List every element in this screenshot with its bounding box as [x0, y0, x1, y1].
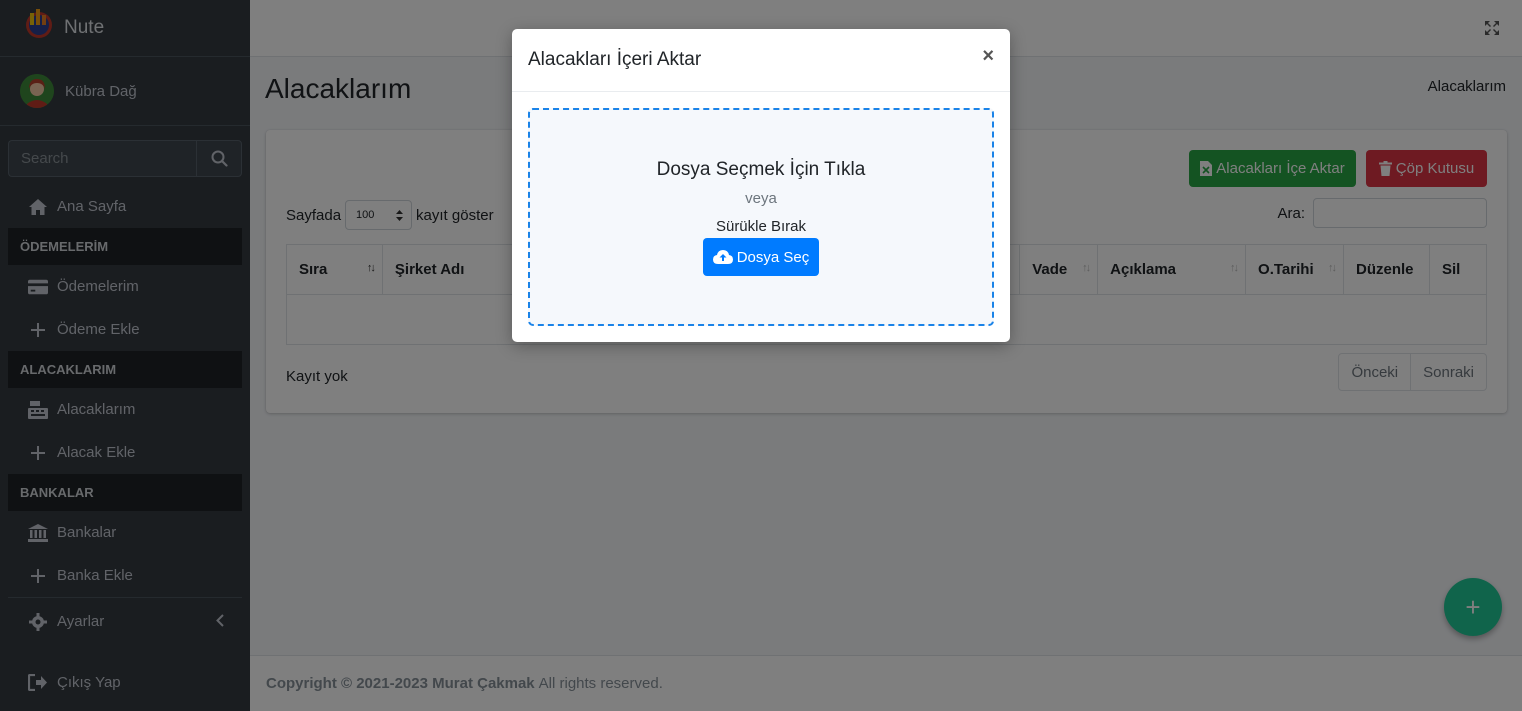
modal-header: Alacakları İçeri Aktar ×: [512, 29, 1010, 92]
dropzone-drag-text: Sürükle Bırak: [715, 218, 807, 235]
close-icon[interactable]: ×: [982, 45, 994, 68]
cloud-upload-icon: [712, 250, 733, 264]
choose-file-label: Dosya Seç: [736, 248, 810, 266]
modal-title: Alacakları İçeri Aktar: [528, 49, 702, 70]
file-dropzone[interactable]: Dosya Seçmek İçin Tıkla veya Sürükle Bır…: [528, 108, 994, 326]
import-modal: Alacakları İçeri Aktar × Dosya Seçmek İç…: [512, 29, 1010, 342]
dropzone-or: veya: [745, 190, 777, 207]
choose-file-button[interactable]: Dosya Seç: [703, 238, 819, 276]
dropzone-title: Dosya Seçmek İçin Tıkla: [656, 159, 866, 180]
